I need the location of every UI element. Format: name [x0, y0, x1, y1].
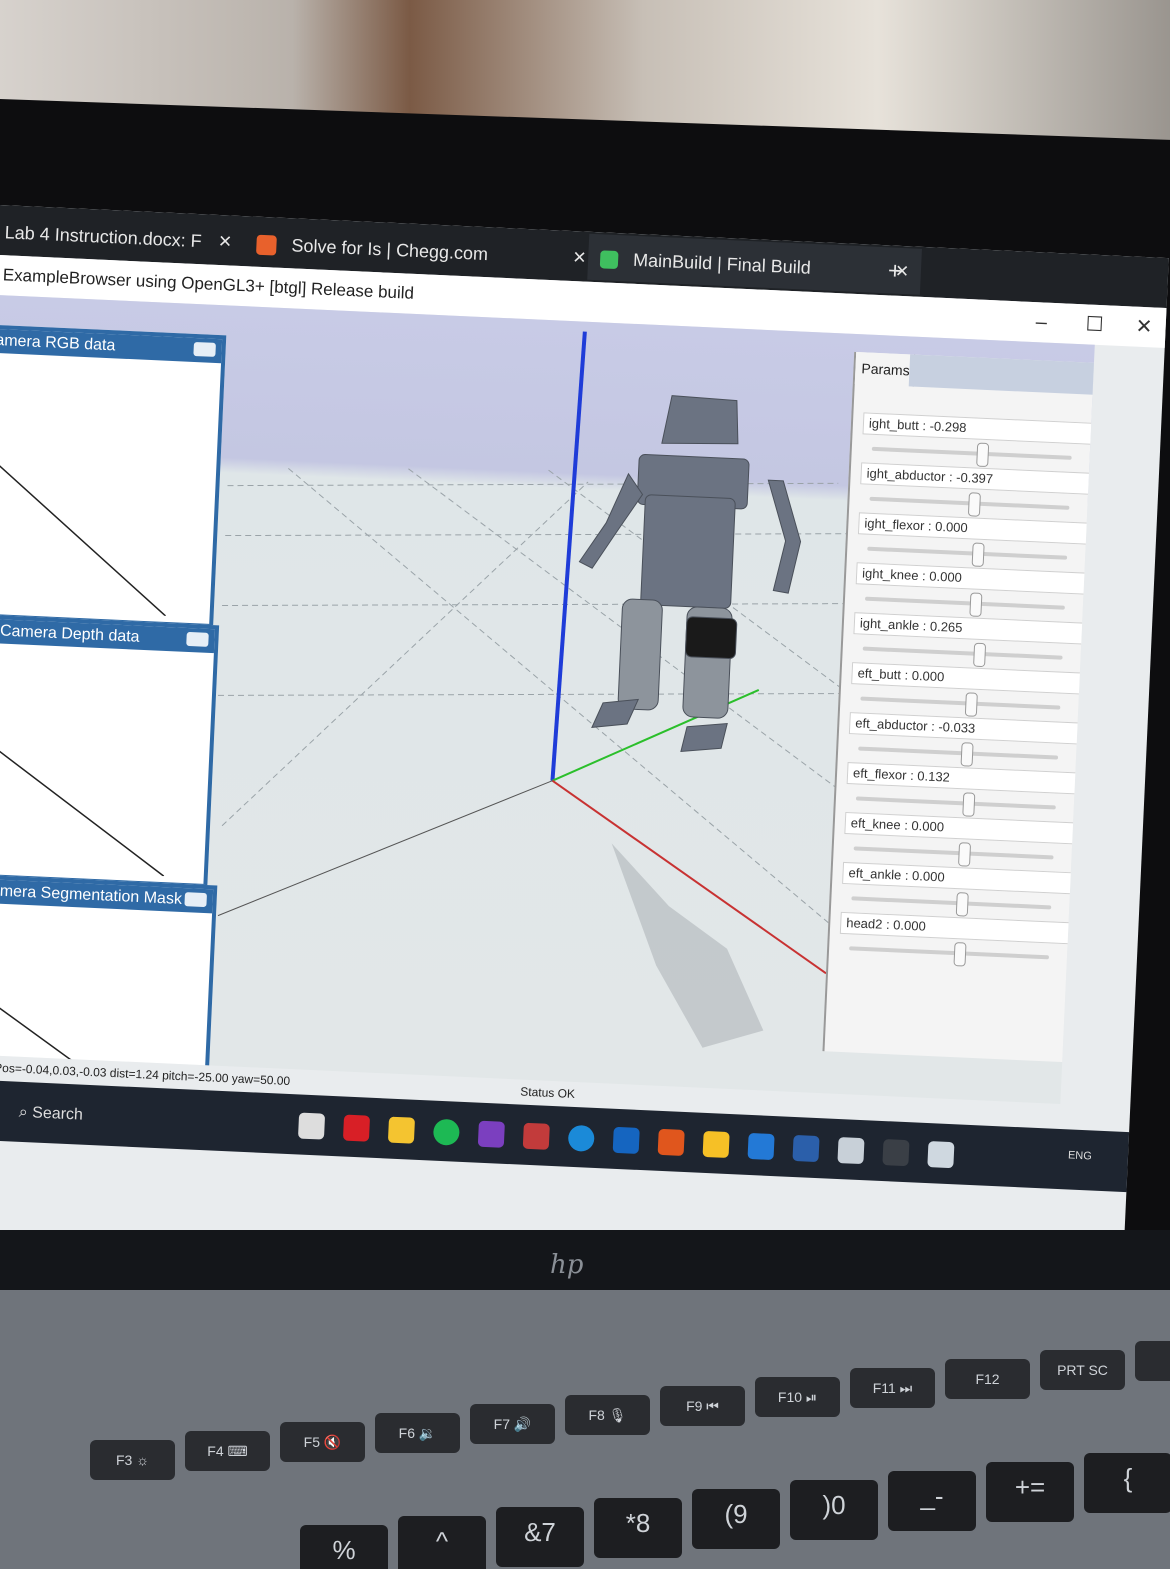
sticky-notes-icon[interactable]: [702, 1130, 730, 1159]
function-key[interactable]: PRT SC: [1040, 1350, 1125, 1390]
collapse-button[interactable]: [186, 631, 209, 647]
close-icon[interactable]: ×: [572, 244, 586, 270]
language-indicator[interactable]: ENG: [1068, 1149, 1092, 1162]
tab-strip: [908, 354, 1095, 396]
function-key[interactable]: ⏻: [1135, 1341, 1170, 1381]
param-slider-thumb[interactable]: [960, 742, 974, 767]
number-key[interactable]: &7: [496, 1507, 584, 1567]
param-slider-track[interactable]: [853, 842, 1054, 867]
word-icon[interactable]: [792, 1134, 820, 1163]
laptop-keyboard-deck: F3 ☼ F4 ⌨ F5 🔇 F6 🔉 F7 🔊 F8 🎙 F9 ⏮ F10 ⏯ F11 ⏭ F1…: [0, 1290, 1170, 1569]
param-slider-thumb[interactable]: [971, 542, 985, 567]
depth-canvas: [0, 721, 165, 877]
close-icon[interactable]: ×: [218, 228, 232, 254]
number-key[interactable]: ^: [398, 1516, 486, 1569]
param-slider-track[interactable]: [871, 442, 1072, 468]
number-key[interactable]: {: [1084, 1453, 1170, 1513]
number-key[interactable]: )0: [790, 1480, 878, 1540]
function-key[interactable]: F9 ⏮: [660, 1386, 745, 1426]
param-slider-thumb[interactable]: [967, 492, 981, 517]
collapse-button[interactable]: [193, 341, 216, 357]
function-key[interactable]: F10 ⏯: [755, 1377, 840, 1417]
param-slider-row: head2 : 0.000: [839, 911, 1071, 972]
hp-logo: hp: [550, 1250, 584, 1280]
laptop-screen: Lab 4 Instruction.docx: F × Solve for Is…: [0, 205, 1169, 1357]
edge-icon[interactable]: [567, 1124, 595, 1152]
param-slider-thumb[interactable]: [969, 592, 983, 617]
taskbar-search[interactable]: ⌕ Search: [18, 1096, 189, 1138]
chegg-icon: [255, 234, 277, 256]
param-slider-track[interactable]: [869, 492, 1070, 517]
param-slider-track[interactable]: [864, 592, 1065, 617]
number-key[interactable]: (9: [692, 1489, 780, 1549]
maximize-button[interactable]: ☐: [1085, 304, 1105, 345]
number-key[interactable]: _-: [888, 1471, 976, 1531]
function-key[interactable]: F6 🔉: [375, 1413, 460, 1453]
search-icon: ⌕: [18, 1103, 33, 1122]
param-slider-thumb[interactable]: [964, 692, 978, 717]
param-slider-track[interactable]: [851, 892, 1052, 917]
outlook-icon[interactable]: [612, 1126, 640, 1154]
param-slider-thumb[interactable]: [962, 792, 976, 817]
robot-model: [578, 395, 802, 753]
file-icon[interactable]: [297, 1112, 326, 1140]
function-key[interactable]: F3 ☼: [90, 1440, 175, 1480]
tab-lab4-instruction[interactable]: Lab 4 Instruction.docx: F ×: [4, 215, 232, 257]
param-slider-thumb[interactable]: [957, 842, 972, 867]
status-text: Status OK: [520, 1084, 576, 1101]
search-label: Search: [31, 1104, 84, 1124]
param-slider-track[interactable]: [867, 542, 1068, 567]
minimize-button[interactable]: –: [1035, 302, 1048, 342]
params-tab[interactable]: Params: [854, 351, 916, 387]
params-panel: Params ight_butt : -0.298 ight_abductor :…: [822, 351, 1095, 1064]
function-key[interactable]: F8 🎙: [565, 1395, 650, 1435]
onenote-icon[interactable]: [477, 1120, 505, 1148]
tab-label: Lab 4 Instruction.docx: F: [4, 222, 203, 252]
param-slider-track[interactable]: [862, 642, 1063, 668]
param-label: ight_butt : -0.298: [862, 412, 1094, 445]
number-key[interactable]: +=: [986, 1462, 1074, 1522]
close-button[interactable]: ✕: [1135, 307, 1154, 348]
function-key[interactable]: F5 🔇: [280, 1422, 365, 1462]
3d-viewport[interactable]: Camera RGB data etic Camera Depth data t…: [0, 294, 1095, 1105]
calculator-icon[interactable]: [837, 1137, 865, 1165]
param-slider-thumb[interactable]: [955, 892, 969, 917]
tab-label: MainBuild | Final Build: [632, 249, 812, 278]
app-icon[interactable]: [927, 1141, 955, 1169]
param-slider-thumb[interactable]: [953, 942, 967, 967]
param-slider-track[interactable]: [849, 942, 1050, 967]
camera-depth-panel[interactable]: etic Camera Depth data: [0, 613, 220, 889]
new-tab-button[interactable]: +: [887, 255, 902, 288]
param-slider-track[interactable]: [860, 692, 1061, 717]
tab-chegg[interactable]: Solve for Is | Chegg.com ×: [255, 227, 587, 274]
photo-scene: Lab 4 Instruction.docx: F × Solve for Is…: [0, 0, 1170, 1569]
folder-icon[interactable]: [387, 1116, 416, 1144]
function-key[interactable]: F4 ⌨: [185, 1431, 270, 1471]
tab-label: Solve for Is | Chegg.com: [291, 235, 489, 265]
matlab-icon[interactable]: [657, 1128, 685, 1156]
function-key[interactable]: F11 ⏭: [850, 1368, 935, 1408]
camera-rgb-panel[interactable]: Camera RGB data: [0, 323, 227, 629]
param-slider-thumb[interactable]: [973, 642, 987, 668]
vscode-icon[interactable]: [747, 1132, 775, 1161]
number-key[interactable]: *8: [594, 1498, 682, 1558]
terminal-icon[interactable]: [882, 1139, 910, 1167]
param-slider-track[interactable]: [855, 792, 1056, 817]
build-icon: [599, 250, 619, 270]
spotify-icon[interactable]: [432, 1118, 460, 1146]
function-key[interactable]: F7 🔊: [470, 1404, 555, 1444]
param-slider-thumb[interactable]: [976, 442, 990, 468]
netflix-icon[interactable]: [342, 1114, 371, 1142]
solidworks-icon[interactable]: [522, 1122, 550, 1150]
function-key[interactable]: F12: [945, 1359, 1030, 1399]
number-key[interactable]: %: [300, 1525, 388, 1569]
rgb-canvas: [0, 441, 167, 617]
collapse-button[interactable]: [184, 892, 207, 908]
param-slider-track[interactable]: [858, 742, 1059, 767]
